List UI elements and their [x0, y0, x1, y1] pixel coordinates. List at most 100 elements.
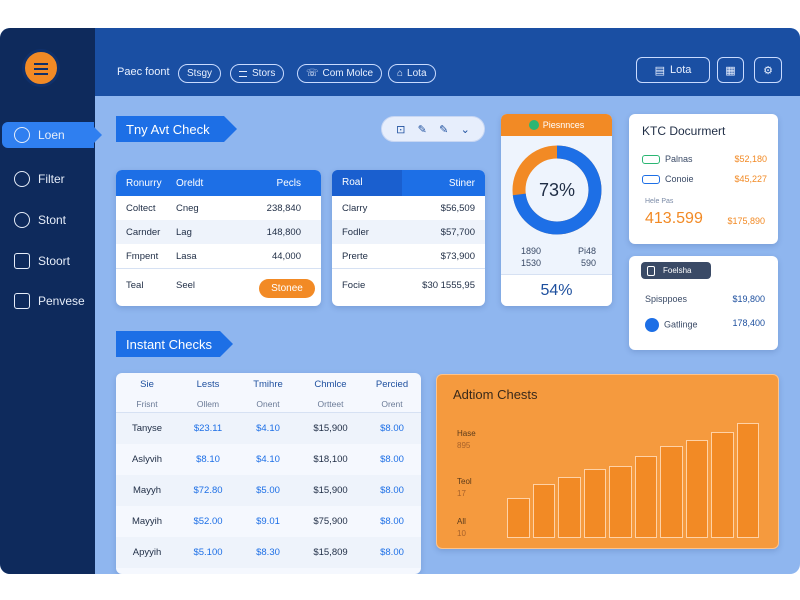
column-subheader: Frisnt — [136, 398, 158, 409]
table-row[interactable]: Mayyih $52.00 $9.01 $75,900 $8.00 — [116, 506, 421, 537]
column-header: Ronurry — [126, 177, 162, 189]
table-cell: $75,900 — [313, 516, 348, 527]
section-title-avt-check: Tny Avt Check — [116, 116, 237, 142]
settings-button[interactable]: ⚙ — [754, 57, 782, 83]
chip-com-molce[interactable]: ☏ Com Molce — [297, 64, 383, 83]
pocket-row: Spisppoes $19,800 — [645, 294, 765, 304]
kpi-label: Conoie — [665, 174, 694, 184]
frame-icon[interactable]: ⊡ — [396, 123, 405, 136]
submit-button[interactable]: Stonee — [259, 279, 315, 298]
sidebar-item-label: Stont — [38, 213, 67, 227]
bar[interactable] — [711, 431, 734, 538]
user-icon — [14, 127, 30, 143]
y-tick-label: 895 — [457, 441, 471, 450]
table-cell: $15,900 — [313, 423, 348, 434]
column-header: Percied — [375, 378, 409, 390]
table-cell: Cneg — [176, 202, 199, 214]
table-row[interactable]: Carnder Lag 148,800 — [116, 220, 321, 244]
calendar-icon: ▦ — [725, 64, 736, 77]
table-cell: 148,800 — [266, 226, 301, 238]
sidebar-item-filter[interactable]: Filter — [2, 166, 94, 192]
table-cell: $52.00 — [193, 516, 223, 527]
bar[interactable] — [609, 466, 632, 538]
kpi-title: KTC Docurmert — [642, 124, 726, 138]
table-cell: $4.10 — [256, 423, 280, 434]
pocket-label: Gatlinge — [664, 319, 698, 330]
kpi-row: Palnas $52,180 — [642, 154, 767, 165]
legend-value: 1890 — [521, 246, 542, 256]
pocket-label: Spisppoes — [645, 294, 688, 304]
bar[interactable] — [507, 497, 530, 538]
bar[interactable] — [583, 468, 606, 538]
table-cell: Clarry — [342, 202, 368, 214]
chip-label: Com Molce — [322, 68, 374, 79]
sidebar-item-stont[interactable]: Stont — [2, 207, 94, 233]
legend-value: 590 — [580, 258, 596, 268]
bar[interactable] — [660, 446, 683, 538]
table-row[interactable]: Prerte $73,900 — [332, 244, 485, 268]
total-label: Teal — [126, 280, 144, 291]
top-bar: Paec foont Stsgy Stors ☏ Com Molce ⌂ Lot… — [95, 28, 800, 96]
table-row[interactable]: Coltect Cneg 238,840 — [116, 196, 321, 220]
table-row[interactable]: Clarry $56,509 — [332, 196, 485, 220]
table-cell: $56,509 — [440, 202, 475, 214]
kpi-document-card: KTC Docurmert Palnas $52,180 Conoie $45,… — [629, 114, 778, 244]
table-cell: $15,809 — [313, 547, 348, 558]
sidebar-item-loen[interactable]: Loen — [2, 122, 102, 148]
donut-legend-row: 1530 590 — [521, 258, 596, 268]
table-cell: $8.00 — [380, 485, 404, 496]
check-circle-icon — [645, 318, 659, 332]
tablet-icon — [647, 265, 655, 276]
play-icon — [528, 120, 539, 130]
chip-lota[interactable]: ⌂ Lota — [388, 64, 436, 83]
bar[interactable] — [634, 456, 657, 538]
kpi-side-value: $175,890 — [727, 216, 765, 226]
table-cell: $72.80 — [193, 485, 223, 496]
chevron-down-icon[interactable]: ⌄ — [461, 123, 470, 136]
table-cell: $8.00 — [380, 516, 404, 527]
table-cell: $18,100 — [313, 454, 348, 465]
settings-icon — [14, 212, 30, 228]
app-frame: Loen Filter Stont Stoort Penvese Paec fo… — [0, 28, 800, 574]
donut-percent: 73% — [539, 180, 575, 200]
sidebar-item-label: Penvese — [38, 294, 85, 308]
document-button-label: Lota — [669, 64, 692, 76]
menu-icon[interactable] — [22, 49, 60, 87]
instant-checks-table: Sie Lests Tmihre Chmlce Percied Frisnt Ollem On… — [116, 373, 421, 574]
refresh-icon — [14, 171, 30, 187]
table-cell: $15,900 — [313, 485, 348, 496]
bar[interactable] — [685, 439, 708, 538]
document-button[interactable]: ▤ Lota — [636, 57, 710, 83]
donut-footer: 54% — [501, 274, 612, 306]
donut-tag-label: Piesnnces — [542, 120, 585, 130]
table-row[interactable]: Fmpent Lasa 44,000 — [116, 244, 321, 268]
table-row[interactable]: Tanyse $23.11 $4.10 $15,900 $8.00 — [116, 413, 421, 444]
table-row[interactable]: Fodler $57,700 — [332, 220, 485, 244]
bar[interactable] — [532, 484, 555, 538]
table-row[interactable]: Aslyvih $8.10 $4.10 $18,100 $8.00 — [116, 444, 421, 475]
column-header: Oreldt — [176, 177, 204, 189]
chip-stsgy[interactable]: Stsgy — [178, 64, 222, 83]
sidebar-item-penvese[interactable]: Penvese — [2, 288, 94, 314]
sidebar-item-stoort[interactable]: Stoort — [2, 248, 94, 274]
chip-label: Lota — [407, 68, 427, 79]
column-subheader: Orent — [381, 398, 403, 409]
table-cell: $57,700 — [440, 226, 475, 238]
chip-stors[interactable]: Stors — [230, 64, 285, 83]
bar[interactable] — [558, 476, 581, 538]
sidebar-item-label: Loen — [38, 128, 65, 142]
role-table-card: Roal Stiner Clarry $56,509 Fodler $57,70… — [332, 170, 485, 306]
pen-icon[interactable]: ✎ — [418, 123, 427, 136]
table-total-row: Focie $30 1555,95 — [332, 268, 485, 302]
bar[interactable] — [736, 422, 759, 538]
table-row[interactable]: Mayyh $72.80 $5.00 $15,900 $8.00 — [116, 475, 421, 506]
pocket-card: Foelsha Spisppoes $19,800 Gatlinge 178,4… — [629, 256, 778, 350]
table-cell: $4.10 — [256, 454, 280, 465]
table-cell: Lag — [176, 226, 192, 238]
donut-tag: Piesnnces — [501, 114, 612, 136]
calendar-button[interactable]: ▦ — [717, 57, 744, 83]
edit-icon — [14, 253, 30, 269]
table-row[interactable]: Apyyih $5.100 $8.30 $15,809 $8.00 — [116, 537, 421, 568]
table-cell: Carnder — [126, 226, 161, 238]
pencil-icon[interactable]: ✎ — [439, 123, 448, 136]
